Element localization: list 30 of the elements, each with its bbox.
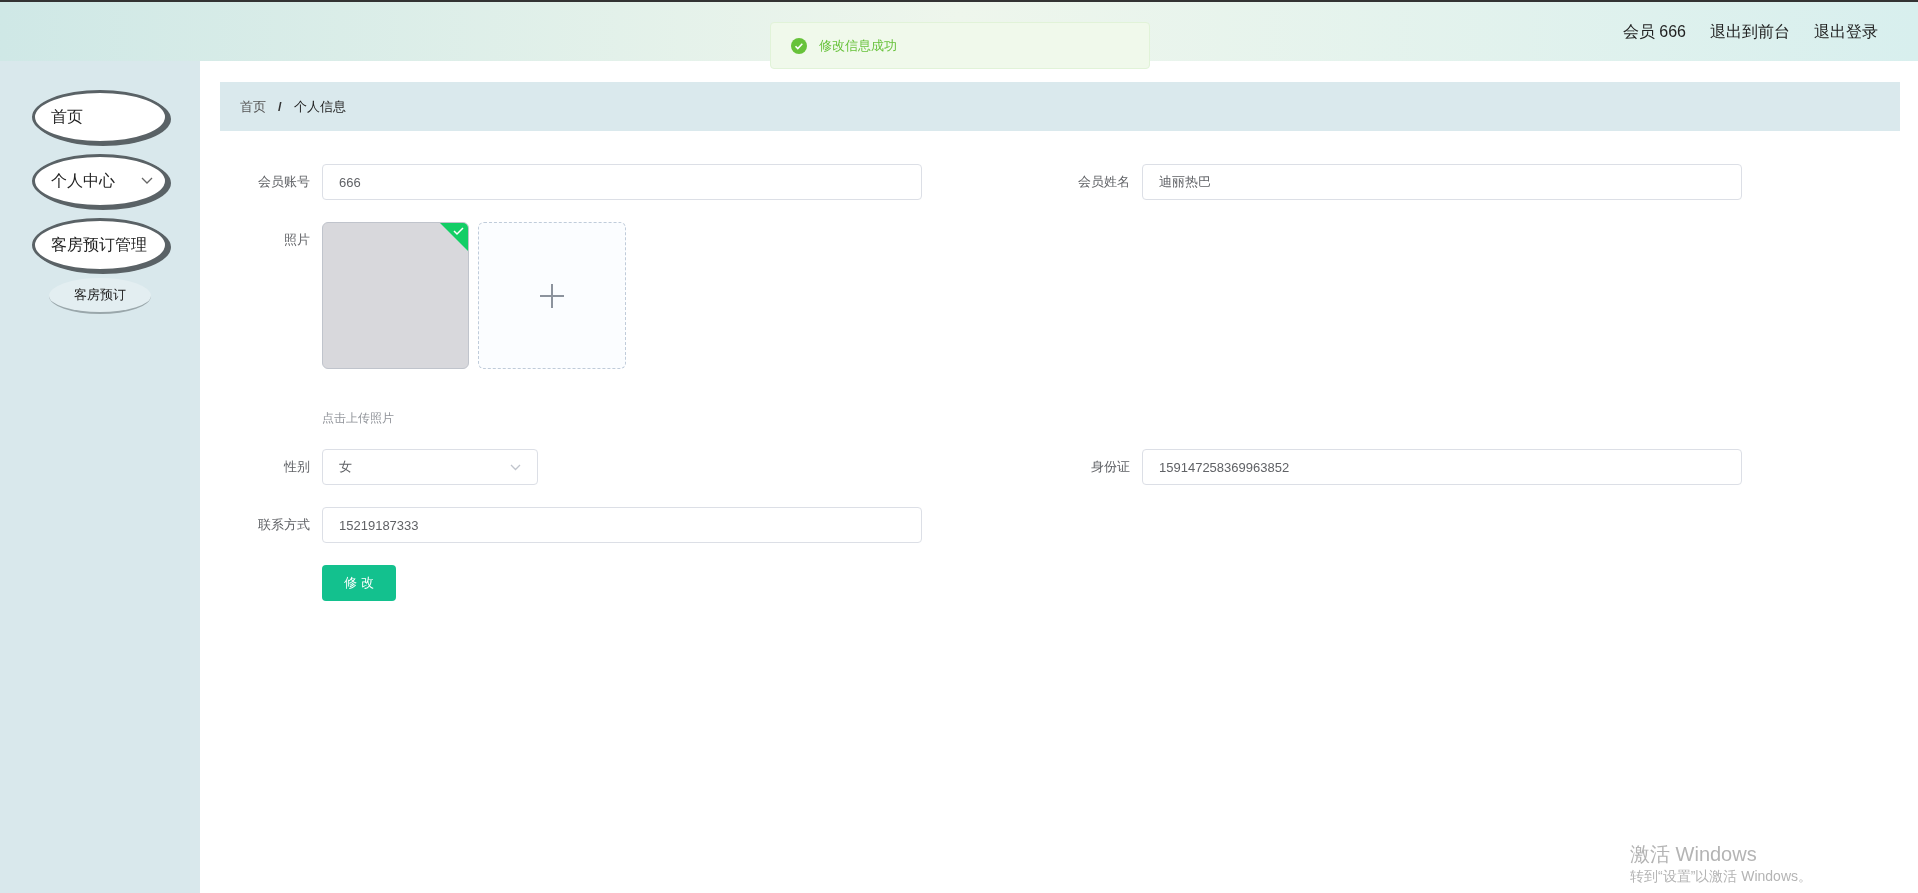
input-field[interactable]: 迪丽热巴 <box>1142 164 1742 200</box>
success-toast: 修改信息成功 <box>770 22 1150 69</box>
upload-hint: 点击上传照片 <box>322 410 395 427</box>
field-label: 联系方式 <box>257 516 311 535</box>
breadcrumb-item[interactable]: 首页 <box>240 96 266 117</box>
menu-item[interactable]: 客房预订管理 <box>32 218 168 272</box>
input-field[interactable]: 666 <box>322 164 922 200</box>
upload-button[interactable] <box>478 222 626 369</box>
submenu-item[interactable]: 客房预订 <box>49 278 151 314</box>
chevron-down-icon <box>510 463 521 471</box>
field-label: 身份证 <box>1090 458 1131 477</box>
breadcrumb-item: 个人信息 <box>293 97 346 116</box>
header-link[interactable]: 退出到前台 <box>1710 19 1790 44</box>
activation-subtitle: 转到“设置”以激活 Windows。 <box>1630 867 1812 886</box>
menu-item[interactable]: 个人中心 <box>32 154 168 208</box>
input-field[interactable]: 15219187333 <box>322 507 922 543</box>
activation-title: 激活 Windows <box>1630 842 1758 866</box>
header-link[interactable]: 退出登录 <box>1814 19 1878 44</box>
chevron-down-icon <box>141 177 153 185</box>
plus-icon <box>539 282 565 309</box>
field-label: 会员姓名 <box>1077 173 1131 192</box>
field-label: 会员账号 <box>257 173 311 192</box>
gender-select[interactable]: 女 <box>322 449 538 485</box>
user-label: 会员 666 <box>1622 21 1686 42</box>
field-label: 照片 <box>283 231 311 249</box>
field-label: 性别 <box>283 458 311 477</box>
breadcrumb-separator: / <box>278 97 282 116</box>
menu-item[interactable]: 首页 <box>32 90 168 144</box>
check-circle-icon <box>791 37 807 54</box>
input-field[interactable]: 159147258369963852 <box>1142 449 1742 485</box>
